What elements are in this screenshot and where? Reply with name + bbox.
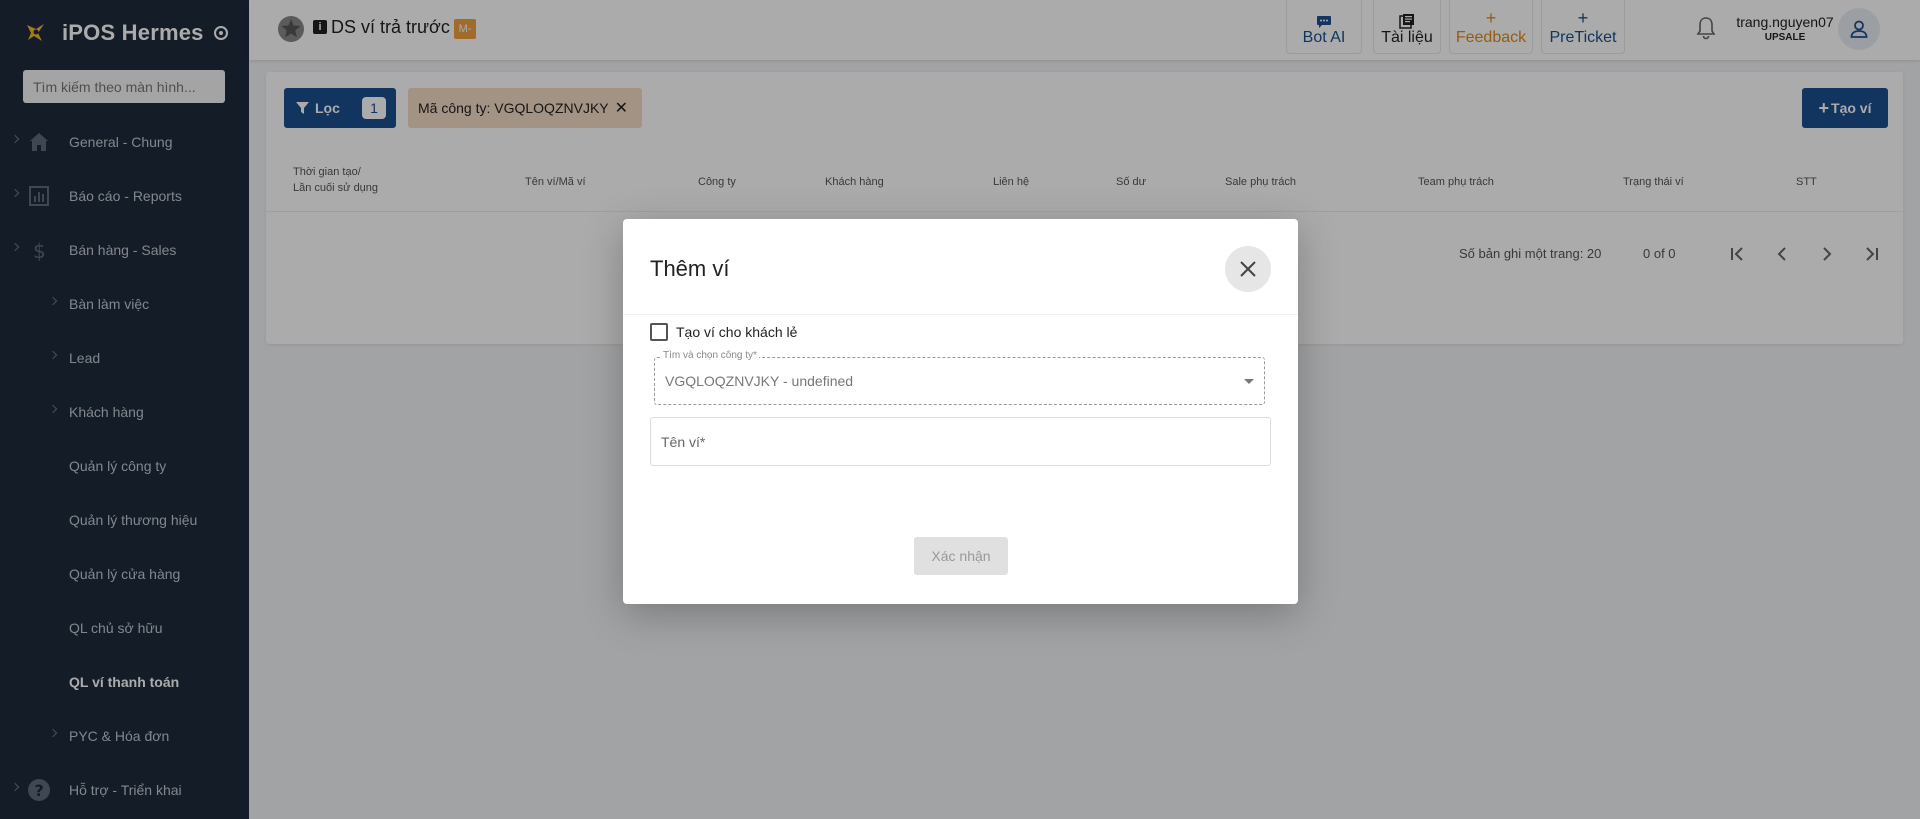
close-icon [1240, 261, 1256, 277]
company-select-value: VGQLOQZNVJKY - undefined [665, 373, 854, 389]
company-select[interactable]: Tìm và chọn công ty* VGQLOQZNVJKY - unde… [654, 350, 1265, 405]
confirm-button[interactable]: Xác nhận [914, 537, 1008, 575]
add-wallet-dialog: Thêm ví Tạo ví cho khách lẻ Tìm và chọn … [623, 219, 1298, 604]
retail-wallet-checkbox-row[interactable]: Tạo ví cho khách lẻ [650, 319, 797, 345]
company-select-label: Tìm và chọn công ty* [661, 350, 759, 361]
dialog-title: Thêm ví [650, 256, 730, 281]
divider [623, 314, 1298, 315]
retail-wallet-checkbox-label: Tạo ví cho khách lẻ [676, 324, 798, 340]
retail-wallet-checkbox[interactable] [650, 323, 668, 341]
caret-down-icon [1244, 379, 1254, 384]
close-dialog-button[interactable] [1225, 246, 1271, 292]
wallet-name-input[interactable] [650, 417, 1271, 466]
